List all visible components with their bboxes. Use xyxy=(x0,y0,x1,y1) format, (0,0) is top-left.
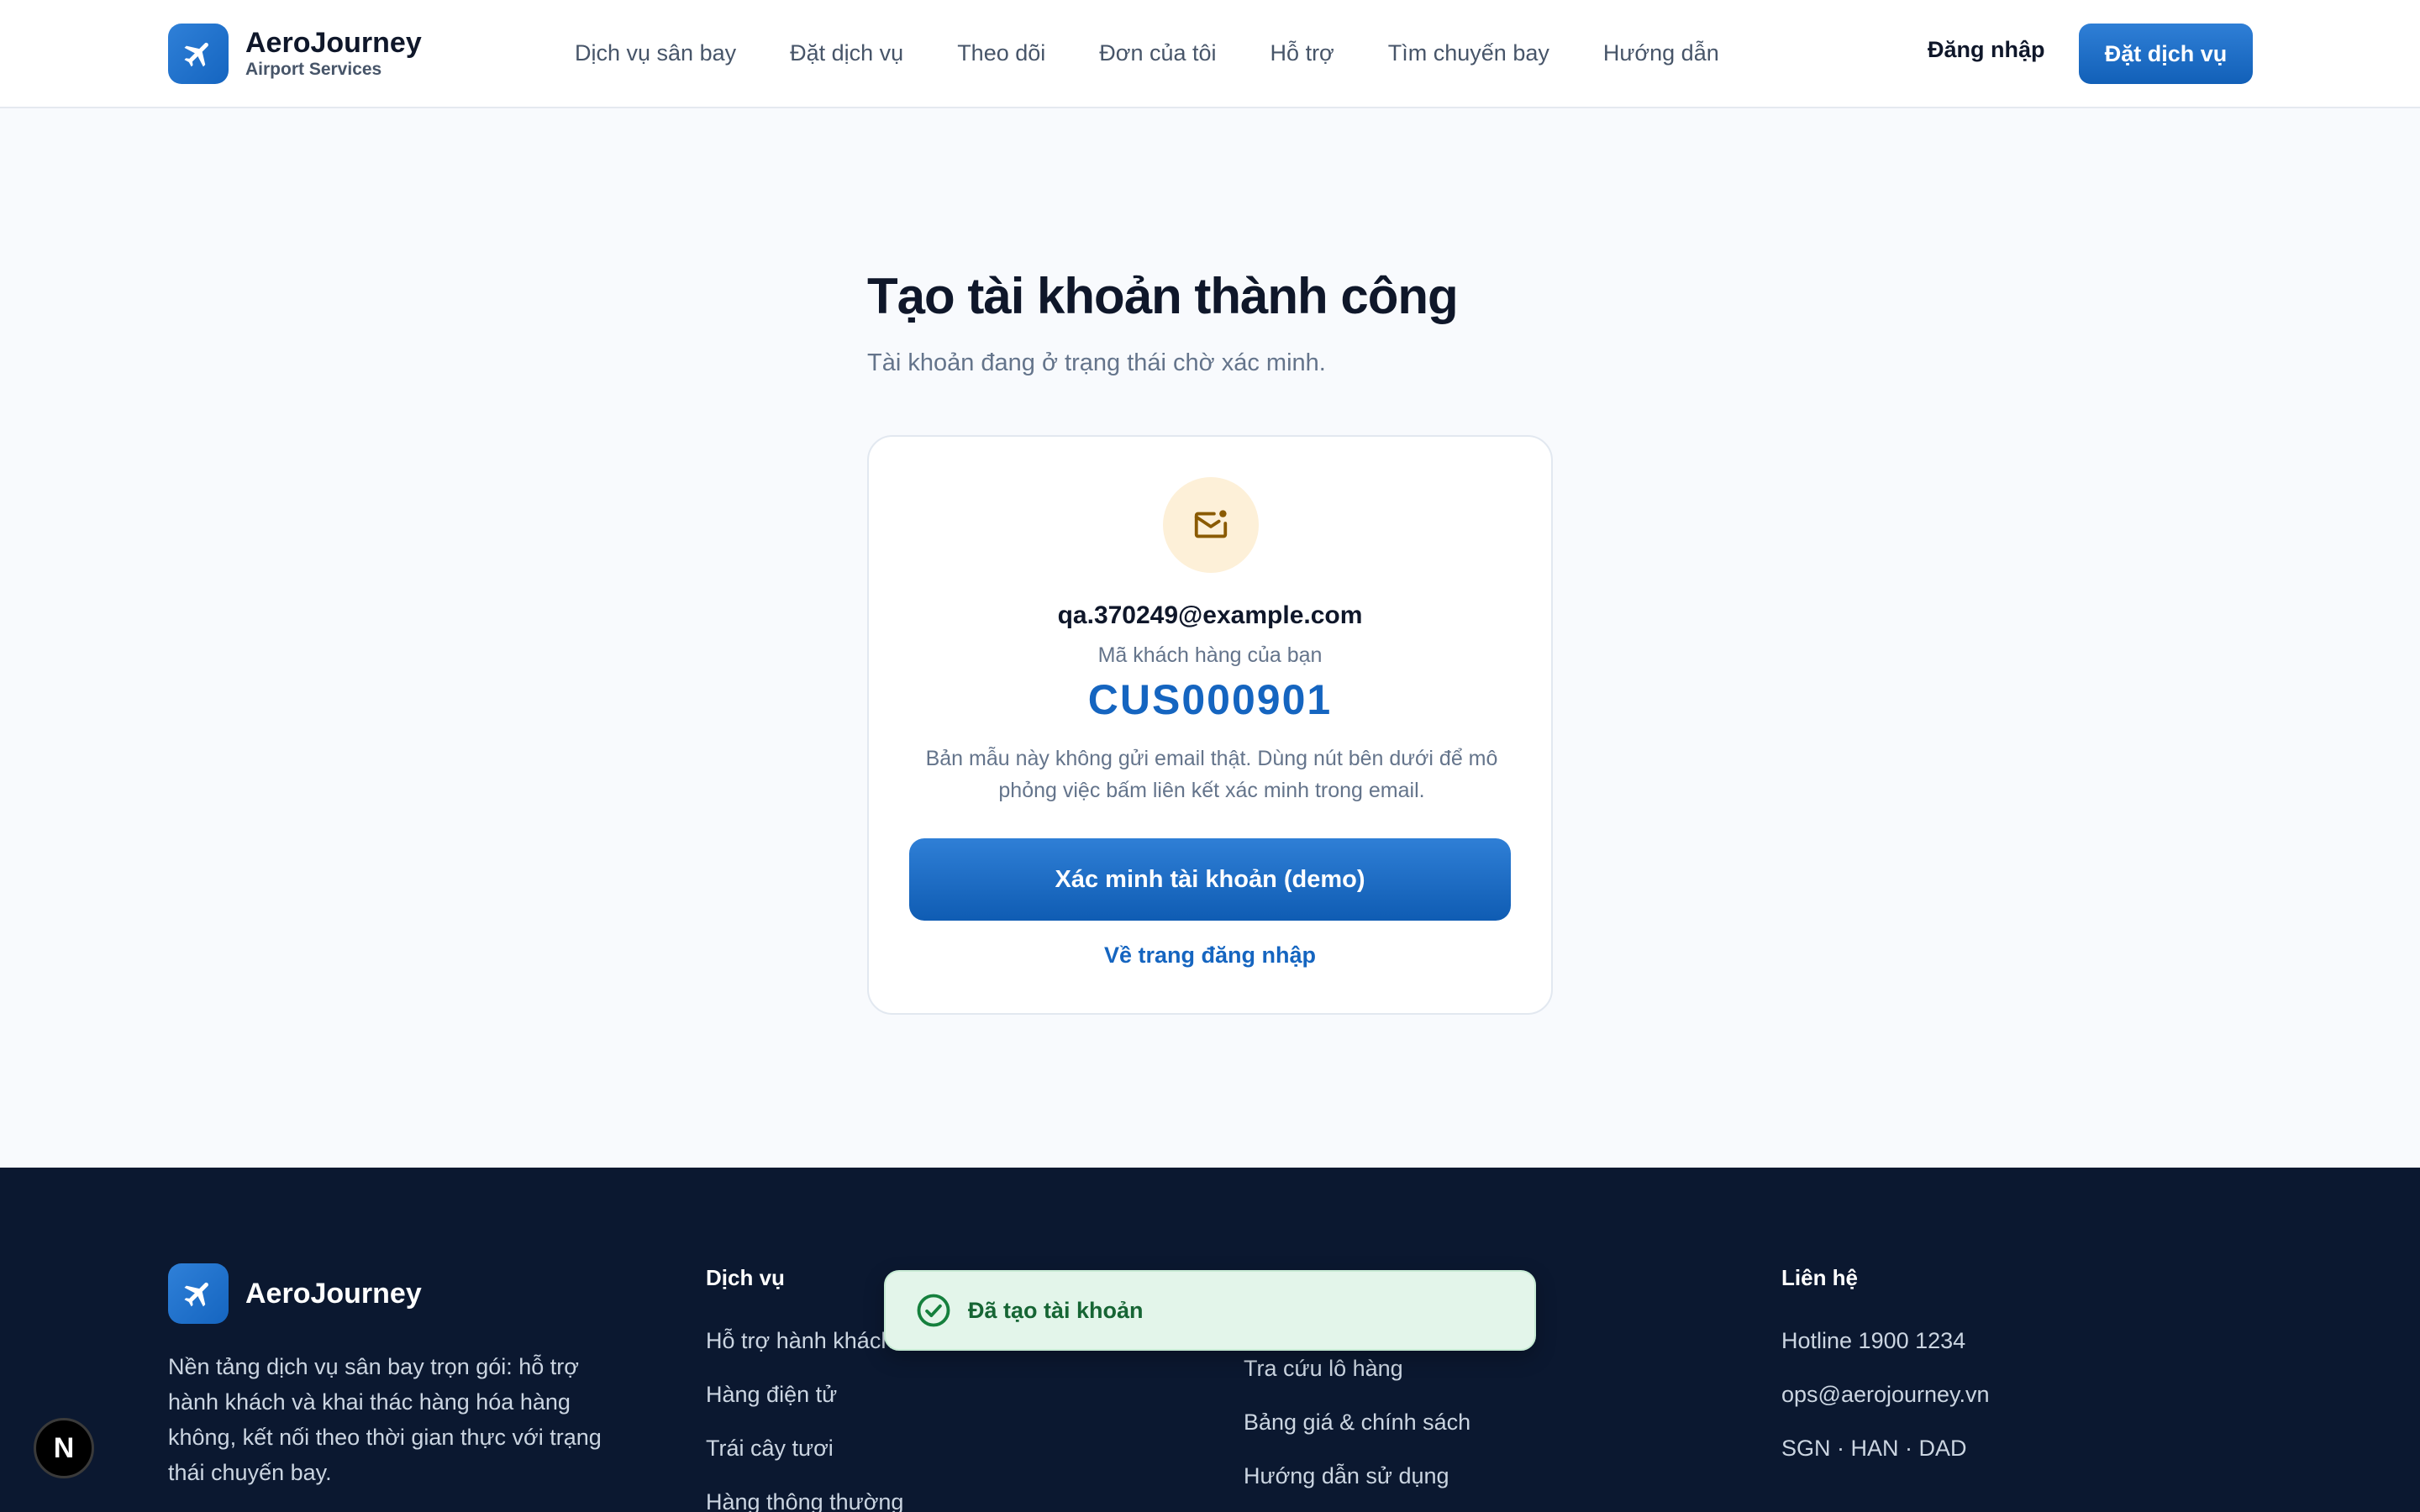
footer-airports: SGN · HAN · DAD xyxy=(1781,1436,1967,1461)
nav-airport-services[interactable]: Dịch vụ sân bay xyxy=(575,40,736,66)
footer-brand[interactable]: AeroJourney xyxy=(168,1263,422,1324)
nav-my-orders[interactable]: Đơn của tôi xyxy=(1099,40,1216,66)
toast-message: Đã tạo tài khoản xyxy=(968,1297,1144,1323)
footer-link[interactable]: Hỗ trợ hành khách xyxy=(706,1328,903,1382)
nav-support[interactable]: Hỗ trợ xyxy=(1270,40,1334,66)
mail-icon xyxy=(1163,477,1259,573)
brand-logo[interactable]: AeroJourney Airport Services xyxy=(168,24,422,84)
check-circle-icon xyxy=(917,1294,950,1327)
footer-link[interactable]: Hàng điện tử xyxy=(706,1382,903,1436)
top-header: AeroJourney Airport Services Dịch vụ sân… xyxy=(0,0,2420,108)
footer-description: Nền tảng dịch vụ sân bay trọn gói: hỗ tr… xyxy=(168,1354,602,1485)
footer-email[interactable]: ops@aerojourney.vn xyxy=(1781,1382,1990,1436)
footer-link[interactable]: Bảng giá & chính sách xyxy=(1244,1410,1470,1463)
page-subtitle: Tài khoản đang ở trạng thái chờ xác minh… xyxy=(867,349,1326,376)
demo-note: Bản mẫu này không gửi email thật. Dùng n… xyxy=(925,747,1498,802)
account-email: qa.370249@example.com xyxy=(1057,601,1363,629)
footer-link[interactable]: Tra cứu lô hàng xyxy=(1244,1356,1470,1410)
airplane-icon xyxy=(168,24,229,84)
footer-column-title: Liên hệ xyxy=(1781,1265,1859,1290)
verify-account-button[interactable]: Xác minh tài khoản (demo) xyxy=(909,838,1511,921)
account-created-card: qa.370249@example.com Mã khách hàng của … xyxy=(867,435,1553,1015)
footer-column-services: Dịch vụ Hỗ trợ hành khách Hàng điện tử T… xyxy=(706,1265,903,1512)
login-link[interactable]: Đăng nhập xyxy=(1928,37,2045,63)
brand-subtitle: Airport Services xyxy=(245,60,382,79)
main-nav: Dịch vụ sân bay Đặt dịch vụ Theo dõi Đơn… xyxy=(575,0,1719,106)
brand-name: AeroJourney xyxy=(245,27,422,59)
footer-column-title: Dịch vụ xyxy=(706,1265,785,1290)
nav-tracking[interactable]: Theo dõi xyxy=(957,40,1045,66)
airplane-icon xyxy=(168,1263,229,1324)
footer-link[interactable]: Trái cây tươi xyxy=(706,1436,903,1489)
footer-link[interactable]: Hàng thông thường xyxy=(706,1489,903,1512)
page-title: Tạo tài khoản thành công xyxy=(867,268,1459,324)
nav-book-service[interactable]: Đặt dịch vụ xyxy=(790,40,903,66)
book-service-button[interactable]: Đặt dịch vụ xyxy=(2079,24,2253,84)
customer-code: CUS000901 xyxy=(1087,676,1333,723)
customer-code-label: Mã khách hàng của bạn xyxy=(1097,643,1323,667)
dev-tools-badge[interactable]: N xyxy=(34,1418,94,1478)
success-toast[interactable]: Đã tạo tài khoản xyxy=(884,1270,1536,1351)
footer-hotline[interactable]: Hotline 1900 1234 xyxy=(1781,1328,1990,1382)
nav-find-flight[interactable]: Tìm chuyến bay xyxy=(1388,40,1549,66)
back-to-login-link[interactable]: Về trang đăng nhập xyxy=(869,942,1551,969)
nav-guide[interactable]: Hướng dẫn xyxy=(1603,40,1719,66)
footer-link[interactable]: Hướng dẫn sử dụng xyxy=(1244,1463,1470,1512)
footer-column-contact: Liên hệ Hotline 1900 1234 ops@aerojourne… xyxy=(1781,1265,1990,1489)
footer-brand-name: AeroJourney xyxy=(245,1277,422,1310)
